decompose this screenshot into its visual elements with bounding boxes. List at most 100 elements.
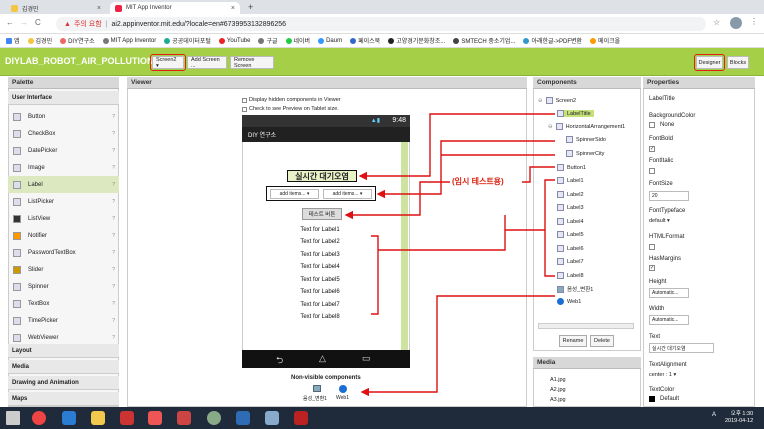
tree-label2[interactable]: Label2 bbox=[557, 191, 584, 198]
app-icon[interactable] bbox=[177, 411, 191, 425]
palette-section-media[interactable]: Media bbox=[8, 360, 119, 374]
forward-icon[interactable]: → bbox=[20, 18, 28, 27]
bookmark-item[interactable]: 김경민 bbox=[27, 36, 52, 45]
checkbox[interactable] bbox=[242, 97, 247, 103]
horizontal-scrollbar[interactable] bbox=[538, 323, 634, 329]
bookmark-item[interactable]: SMTECH 중소기업... bbox=[453, 36, 515, 45]
help-icon[interactable]: ? bbox=[112, 131, 115, 137]
label-5[interactable]: Text for Label5 bbox=[280, 277, 360, 283]
delete-button[interactable]: Delete bbox=[590, 335, 614, 347]
app-icon[interactable] bbox=[120, 411, 134, 425]
help-icon[interactable]: ? bbox=[112, 267, 115, 273]
app-icon[interactable] bbox=[148, 411, 162, 425]
avatar[interactable] bbox=[730, 17, 742, 29]
word-icon[interactable] bbox=[236, 411, 250, 425]
fontitalic-checkbox[interactable] bbox=[649, 168, 655, 174]
color-swatch[interactable] bbox=[649, 396, 655, 402]
prop-textcolor-value[interactable]: Default bbox=[660, 396, 679, 402]
palette-section-maps[interactable]: Maps bbox=[8, 392, 119, 406]
htmlformat-checkbox[interactable] bbox=[649, 244, 655, 250]
palette-item-listpicker[interactable]: ListPicker? bbox=[8, 193, 119, 210]
help-icon[interactable]: ? bbox=[112, 284, 115, 290]
height-input[interactable]: Automatic... bbox=[649, 288, 689, 298]
web-icon[interactable] bbox=[339, 385, 347, 393]
bookmark-item[interactable]: 고양경기문화창조... bbox=[388, 36, 445, 45]
text-input[interactable]: 실시간 대기오염 bbox=[649, 343, 714, 353]
menu-icon[interactable]: ⋮ bbox=[750, 17, 758, 26]
palette-item-listview[interactable]: ListView? bbox=[8, 210, 119, 227]
width-input[interactable]: Automatic... bbox=[649, 315, 689, 325]
bookmark-item[interactable]: 공공데이터포털 bbox=[164, 36, 211, 45]
hidden-components-option[interactable]: Display hidden components in Viewer bbox=[242, 97, 341, 103]
color-swatch[interactable] bbox=[649, 122, 655, 128]
palette-item-image[interactable]: Image? bbox=[8, 159, 119, 176]
edge-icon[interactable] bbox=[62, 411, 76, 425]
tree-web1[interactable]: Web1 bbox=[557, 298, 581, 305]
palette-item-slider[interactable]: Slider? bbox=[8, 261, 119, 278]
palette-item-passwordtextbox[interactable]: PasswordTextBox? bbox=[8, 244, 119, 261]
help-icon[interactable]: ? bbox=[112, 165, 115, 171]
palette-section-drawing[interactable]: Drawing and Animation bbox=[8, 376, 119, 390]
windows-start-icon[interactable] bbox=[6, 411, 20, 425]
bookmark-item[interactable]: 네이버 bbox=[285, 36, 310, 45]
palette-item-timepicker[interactable]: TimePicker? bbox=[8, 312, 119, 329]
add-screen-button[interactable]: Add Screen ... bbox=[187, 56, 227, 69]
palette-item-datepicker[interactable]: DatePicker? bbox=[8, 142, 119, 159]
back-icon[interactable]: ← bbox=[6, 18, 14, 27]
tree-label5[interactable]: Label5 bbox=[557, 231, 584, 238]
label-4[interactable]: Text for Label4 bbox=[280, 264, 360, 270]
media-file[interactable]: A1.jpg bbox=[550, 377, 566, 383]
help-icon[interactable]: ? bbox=[112, 250, 115, 256]
help-icon[interactable]: ? bbox=[112, 301, 115, 307]
label-8[interactable]: Text for Label8 bbox=[280, 314, 360, 320]
label-2[interactable]: Text for Label2 bbox=[280, 239, 360, 245]
fonttypeface-select[interactable]: default ▾ bbox=[649, 218, 670, 224]
remove-screen-button[interactable]: Remove Screen bbox=[230, 56, 274, 69]
app-icon[interactable] bbox=[265, 411, 279, 425]
test-button[interactable]: 테스트 버튼 bbox=[302, 208, 342, 220]
bookmark-apps[interactable]: 앱 bbox=[6, 36, 20, 45]
url-input[interactable]: ▲ 주의 요함 | ai2.appinventor.mit.edu/?local… bbox=[56, 17, 706, 31]
bookmark-item[interactable]: DIY연구소 bbox=[60, 36, 95, 45]
system-clock[interactable]: 오후 1:30 2019-04-12 bbox=[725, 411, 753, 425]
bookmark-item[interactable]: 구글 bbox=[258, 36, 278, 45]
palette-section-layout[interactable]: Layout bbox=[8, 344, 119, 358]
tree-label7[interactable]: Label7 bbox=[557, 258, 584, 265]
bookmark-item[interactable]: YouTube bbox=[218, 37, 250, 44]
fontbold-checkbox[interactable]: ✓ bbox=[649, 146, 655, 152]
help-icon[interactable]: ? bbox=[112, 233, 115, 239]
star-icon[interactable]: ☆ bbox=[713, 18, 720, 27]
app-icon[interactable] bbox=[207, 411, 221, 425]
screen-select[interactable]: Screen2 ▾ bbox=[150, 54, 186, 71]
tree-label3[interactable]: Label3 bbox=[557, 204, 584, 211]
bookmark-item[interactable]: MIT App Inventor bbox=[102, 37, 156, 44]
label-7[interactable]: Text for Label7 bbox=[280, 302, 360, 308]
tree-spinner-sido[interactable]: SpinnerSido bbox=[566, 136, 606, 143]
palette-item-label[interactable]: Label? bbox=[8, 176, 119, 193]
palette-item-spinner[interactable]: Spinner? bbox=[8, 278, 119, 295]
palette-item-checkbox[interactable]: CheckBox? bbox=[8, 125, 119, 142]
media-file[interactable]: A2.jpg bbox=[550, 387, 566, 393]
designer-button[interactable]: Designer bbox=[694, 54, 725, 71]
app-icon[interactable] bbox=[294, 411, 308, 425]
help-icon[interactable]: ? bbox=[112, 335, 115, 341]
close-icon[interactable]: × bbox=[231, 5, 235, 12]
tree-label8[interactable]: Label8 bbox=[557, 272, 584, 279]
tree-tts[interactable]: 음성_변환1 bbox=[557, 285, 593, 293]
bookmark-item[interactable]: 페이스북 bbox=[350, 36, 380, 45]
chrome-icon[interactable] bbox=[32, 411, 46, 425]
tablet-preview-option[interactable]: Check to see Preview on Tablet size. bbox=[242, 106, 339, 112]
rename-button[interactable]: Rename bbox=[559, 335, 587, 347]
palette-item-textbox[interactable]: TextBox? bbox=[8, 295, 119, 312]
close-icon[interactable]: × bbox=[97, 5, 101, 12]
tab-kimkyungmin[interactable]: 김경민 × bbox=[6, 2, 106, 14]
label-3[interactable]: Text for Label3 bbox=[280, 252, 360, 258]
tree-label1[interactable]: Label1 bbox=[557, 177, 584, 184]
tree-label4[interactable]: Label4 bbox=[557, 218, 584, 225]
spinner-sido[interactable]: add items... ▾ bbox=[270, 188, 319, 199]
new-tab-button[interactable]: + bbox=[248, 2, 253, 12]
blocks-button[interactable]: Blocks bbox=[727, 56, 749, 69]
help-icon[interactable]: ? bbox=[112, 318, 115, 324]
tree-spinner-city[interactable]: SpinnerCity bbox=[566, 150, 604, 157]
help-icon[interactable]: ? bbox=[112, 114, 115, 120]
